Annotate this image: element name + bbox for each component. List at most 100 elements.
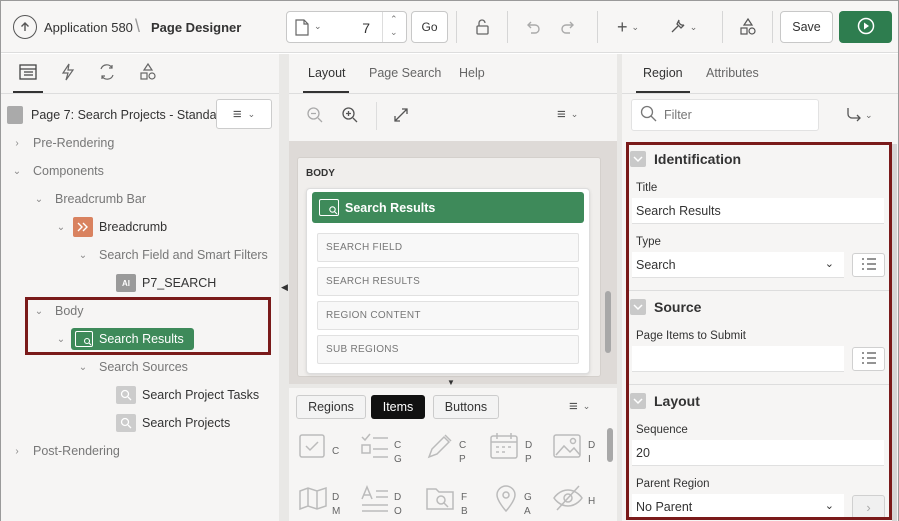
- property-scrollbar[interactable]: [892, 144, 897, 521]
- canvas-scrollbar[interactable]: [605, 291, 611, 353]
- top-toolbar: Application 580 \ Page Designer ⌄ 7 ⌃ ⌄ …: [1, 1, 898, 53]
- page-icon: [7, 106, 23, 124]
- tab-page-search[interactable]: Page Search: [369, 66, 441, 80]
- filter-placeholder: Filter: [664, 108, 692, 122]
- tree-item-search-field-filters[interactable]: ⌄ Search Field and Smart Filters: [77, 241, 268, 269]
- rendering-tab-icon[interactable]: [19, 64, 37, 83]
- tree-label: P7_SEARCH: [142, 276, 217, 290]
- zoom-out-icon[interactable]: [306, 106, 324, 127]
- gallery-tab-buttons[interactable]: Buttons: [433, 395, 499, 419]
- hidden-icon: [552, 483, 584, 516]
- slot-region-content[interactable]: REGION CONTENT: [317, 301, 579, 330]
- layout-menu-button[interactable]: ≡ ⌄: [557, 106, 578, 123]
- filter-input[interactable]: Filter: [631, 99, 819, 131]
- text-field-item-icon: AI: [116, 274, 136, 292]
- chevron-down-icon[interactable]: ⌄: [11, 166, 23, 177]
- save-button[interactable]: Save: [780, 11, 833, 43]
- page-number-input[interactable]: 7: [362, 20, 370, 36]
- redo-icon[interactable]: [554, 13, 582, 41]
- collapse-left-icon[interactable]: ◀: [281, 282, 288, 293]
- tree-menu-button[interactable]: ≡ ⌄: [216, 99, 272, 129]
- gallery-item-hidden[interactable]: H: [552, 483, 595, 516]
- go-to-group-button[interactable]: ⌄: [846, 106, 873, 125]
- chevron-down-icon[interactable]: ⌄: [77, 250, 89, 261]
- plus-icon: +: [616, 16, 628, 37]
- gallery-item-display-map[interactable]: D M: [298, 483, 340, 519]
- chevron-right-icon[interactable]: ›: [11, 446, 23, 457]
- slot-search-field[interactable]: SEARCH FIELD: [317, 233, 579, 262]
- page-selector[interactable]: ⌄ 7 ⌃ ⌄: [286, 11, 407, 43]
- gallery-item-checklist[interactable]: C G: [360, 431, 402, 467]
- gallery-item-label: D P: [525, 440, 533, 465]
- go-button[interactable]: Go: [411, 11, 448, 43]
- tree-item-search-projects[interactable]: Search Projects: [116, 409, 230, 437]
- gallery-item-checkbox[interactable]: C: [298, 431, 339, 464]
- processing-tab-icon[interactable]: [98, 63, 116, 84]
- color-picker-icon: [425, 431, 455, 464]
- gallery-item-display-image[interactable]: D I: [552, 431, 595, 467]
- tree-item-p7-search[interactable]: AI P7_SEARCH: [116, 269, 216, 297]
- breadcrumb-page-designer: Page Designer: [151, 20, 242, 35]
- create-menu-button[interactable]: + ⌄: [611, 13, 645, 41]
- chevron-down-icon[interactable]: ⌄: [33, 194, 45, 205]
- canvas-gallery-splitter[interactable]: ▼: [289, 378, 617, 388]
- gallery-menu-button[interactable]: ≡ ⌄: [569, 398, 590, 415]
- geolocation-icon: [492, 483, 520, 516]
- gallery-item-display-only[interactable]: D O: [360, 483, 402, 519]
- body-label: BODY: [306, 168, 335, 179]
- tree-item-search-project-tasks[interactable]: Search Project Tasks: [116, 381, 259, 409]
- gallery-item-label: C P: [459, 440, 467, 465]
- gallery-scrollbar[interactable]: [607, 428, 613, 462]
- page-stepper[interactable]: ⌃ ⌄: [382, 12, 406, 42]
- run-page-button[interactable]: [839, 11, 892, 43]
- gallery-item-file-browse[interactable]: F B: [425, 483, 468, 519]
- tree-label: Search Projects: [142, 416, 231, 430]
- page-node[interactable]: Page 7: Search Projects - Standard: [7, 101, 217, 129]
- region-title-bar[interactable]: Search Results: [312, 192, 584, 223]
- undo-icon[interactable]: [519, 13, 547, 41]
- tab-region[interactable]: Region: [643, 66, 683, 80]
- chevron-up-icon[interactable]: ⌃: [390, 14, 398, 25]
- tab-attributes[interactable]: Attributes: [706, 66, 759, 80]
- gallery-tab-regions[interactable]: Regions: [296, 395, 366, 419]
- tree-label: Breadcrumb Bar: [55, 192, 147, 206]
- tree-label: Search Field and Smart Filters: [99, 248, 268, 262]
- tab-help[interactable]: Help: [459, 66, 485, 80]
- tree-item-components[interactable]: ⌄ Components: [11, 157, 104, 185]
- shared-components-icon[interactable]: [734, 13, 762, 41]
- breadcrumb-separator: \: [135, 16, 141, 36]
- chevron-down-icon: ⌄: [582, 401, 591, 411]
- app-home-icon[interactable]: [13, 15, 37, 39]
- tree-item-breadcrumb[interactable]: ⌄ Breadcrumb: [55, 213, 167, 241]
- zoom-in-icon[interactable]: [341, 106, 359, 127]
- tree-item-breadcrumb-bar[interactable]: ⌄ Breadcrumb Bar: [33, 185, 146, 213]
- slot-search-results[interactable]: SEARCH RESULTS: [317, 267, 579, 296]
- chevron-down-icon[interactable]: ⌄: [390, 27, 398, 38]
- page-icon: [295, 19, 309, 39]
- lock-icon[interactable]: [467, 13, 497, 41]
- gallery-item-date-picker[interactable]: D P: [489, 431, 532, 467]
- chevron-down-icon: ⌄: [314, 21, 322, 31]
- gallery-item-label: D M: [332, 492, 341, 517]
- tree-item-search-sources[interactable]: ⌄ Search Sources: [77, 353, 188, 381]
- expand-icon[interactable]: [393, 107, 409, 126]
- chevron-down-icon[interactable]: ⌄: [77, 362, 89, 373]
- utilities-menu-button[interactable]: ⌄: [665, 13, 701, 41]
- shared-components-tab-icon[interactable]: [138, 62, 158, 85]
- tree-label: Breadcrumb: [99, 220, 168, 234]
- hamburger-icon: ≡: [232, 105, 242, 123]
- dynamic-actions-tab-icon[interactable]: [60, 63, 76, 84]
- chevron-right-icon[interactable]: ›: [11, 138, 23, 149]
- gallery-item-color-picker[interactable]: C P: [425, 431, 466, 467]
- tree-item-post-rendering[interactable]: › Post-Rendering: [11, 437, 120, 465]
- gallery-tab-items[interactable]: Items: [371, 395, 425, 419]
- tab-layout[interactable]: Layout: [308, 66, 346, 80]
- breadcrumb-application[interactable]: Application 580: [44, 20, 133, 35]
- gallery-item-geolocation[interactable]: G A: [492, 483, 532, 519]
- tree-item-pre-rendering[interactable]: › Pre-Rendering: [11, 129, 114, 157]
- slot-sub-regions[interactable]: SUB REGIONS: [317, 335, 579, 364]
- left-splitter[interactable]: ◀: [279, 54, 289, 521]
- return-arrow-icon: [846, 106, 862, 125]
- chevron-down-icon[interactable]: ⌄: [55, 222, 67, 233]
- collapse-down-icon[interactable]: ▼: [447, 378, 455, 387]
